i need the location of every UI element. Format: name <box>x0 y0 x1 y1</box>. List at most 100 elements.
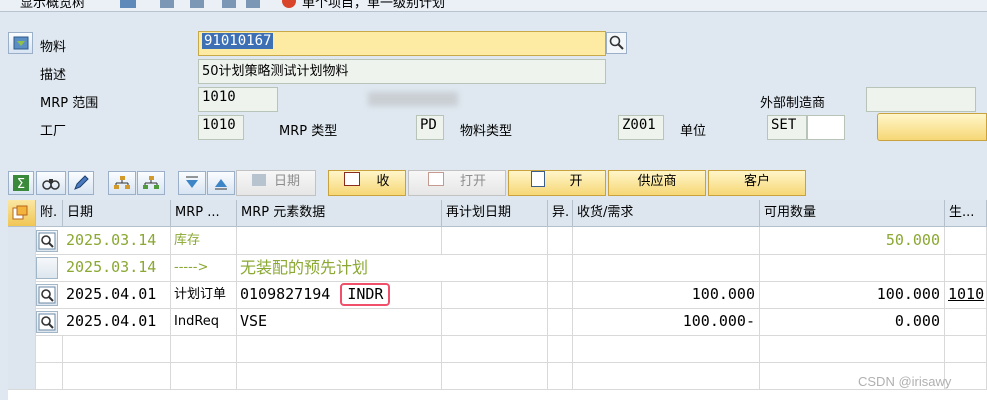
empty-cell <box>442 335 548 362</box>
row-reschedule <box>442 308 548 335</box>
col-reschedule-date[interactable]: 再计划日期 <box>442 200 548 226</box>
row-production <box>945 227 987 254</box>
edit-button[interactable] <box>68 171 94 195</box>
detail-button[interactable] <box>36 311 58 333</box>
open-order-button[interactable]: 开 <box>508 170 606 196</box>
row-exception <box>548 308 573 335</box>
row-reschedule <box>442 281 548 308</box>
collect-button[interactable]: 收 <box>328 170 406 196</box>
col-exception[interactable]: 异. <box>548 200 573 226</box>
supplier-button[interactable]: 供应商 <box>608 170 706 196</box>
toggle-header-button[interactable] <box>8 32 33 54</box>
material-type-value: Z001 <box>622 117 656 133</box>
col-mrp-element[interactable]: MRP ... <box>171 200 237 226</box>
mrp-area-label: MRP 范围 <box>40 96 99 111</box>
mrp-type-label: MRP 类型 <box>279 124 338 139</box>
mrp-type-value: PD <box>420 117 437 133</box>
magnifier-icon <box>38 232 56 250</box>
expand-tree-button[interactable] <box>108 171 136 195</box>
single-item-plan-button[interactable]: 单个项目，单一级别计划 <box>302 0 445 11</box>
table-row[interactable]: 2025.04.01 IndReq VSE 100.000- 0.000 <box>8 308 987 336</box>
collapse-tree-button[interactable] <box>137 171 165 195</box>
plant-value: 1010 <box>202 117 236 133</box>
date-button-label: 日期 <box>273 174 300 189</box>
detail-button[interactable] <box>36 284 58 306</box>
col-receipt-requirement[interactable]: 收货/需求 <box>573 200 760 226</box>
sort-asc-button[interactable] <box>207 171 235 195</box>
sort-desc-button[interactable] <box>178 171 206 195</box>
layout-button[interactable] <box>8 200 36 226</box>
row-exception <box>548 281 573 308</box>
overview-tree-button[interactable]: 显示概览树 <box>20 0 85 11</box>
find-button[interactable] <box>36 171 66 195</box>
empty-cell <box>442 362 548 389</box>
description-value: 50计划策略测试计划物料 <box>202 64 349 79</box>
empty-cell <box>573 335 760 362</box>
magnifier-icon <box>38 313 56 331</box>
highlighted-indr: INDR <box>340 283 391 306</box>
customer-button[interactable]: 客户 <box>708 170 806 196</box>
row-receipt <box>573 254 760 281</box>
layout-icon <box>12 205 28 220</box>
empty-cell <box>237 335 442 362</box>
blurred-mrp-area-text <box>368 92 458 106</box>
open-button-label: 打开 <box>459 174 486 189</box>
row-selector[interactable] <box>8 308 36 335</box>
row-date: 2025.04.01 <box>63 308 171 335</box>
toolbar-icon-1[interactable] <box>120 0 136 8</box>
row-production-link[interactable]: 1010 <box>945 281 987 308</box>
toolbar-icon-5[interactable] <box>246 0 260 8</box>
open-icon <box>427 172 444 186</box>
detail-button[interactable] <box>36 230 58 252</box>
row-selector <box>8 362 36 389</box>
open-button[interactable]: 打开 <box>408 170 506 196</box>
toolbar-icon-3[interactable] <box>190 0 204 8</box>
open-order-button-label: 开 <box>569 174 583 189</box>
row-date: 2025.03.14 <box>63 254 171 281</box>
col-attach[interactable]: 附. <box>36 200 63 226</box>
row-available: 0.000 <box>760 308 945 335</box>
row-date: 2025.03.14 <box>63 227 171 254</box>
row-date: 2025.04.01 <box>63 281 171 308</box>
plan-icon[interactable] <box>282 0 296 8</box>
row-available <box>760 254 945 281</box>
external-manufacturer-field <box>866 87 976 112</box>
unit-label: 单位 <box>680 124 707 139</box>
toolbar-icon-4[interactable] <box>222 0 236 8</box>
material-search-button[interactable] <box>606 32 627 54</box>
search-icon <box>609 35 624 50</box>
sum-button[interactable]: Σ <box>8 171 34 195</box>
mrp-type-field: PD <box>416 115 444 140</box>
row-element: 库存 <box>171 227 237 254</box>
yellow-action-button[interactable] <box>877 113 987 141</box>
row-element-data <box>237 227 442 254</box>
row-receipt: 100.000- <box>573 308 760 335</box>
date-button[interactable]: 日期 <box>236 170 316 196</box>
material-field[interactable]: 91010167 <box>198 31 606 56</box>
table-row[interactable]: 2025.04.01 计划订单 0109827194 INDR 100.000 … <box>8 281 987 309</box>
sigma-icon: Σ <box>13 175 29 191</box>
row-selector[interactable] <box>8 254 36 281</box>
row-selector[interactable] <box>8 281 36 308</box>
header-toggle-icon <box>13 36 28 50</box>
description-field: 50计划策略测试计划物料 <box>198 59 606 84</box>
toolbar-icon-2[interactable] <box>160 0 174 8</box>
plant-label: 工厂 <box>40 124 67 139</box>
empty-cell <box>36 335 63 362</box>
unit-extra-field[interactable] <box>807 115 845 140</box>
table-row[interactable]: 2025.03.14 -----> 无装配的预先计划 <box>8 254 987 282</box>
unit-value: SET <box>771 117 797 133</box>
material-value: 91010167 <box>202 33 274 49</box>
empty-cell <box>573 362 760 389</box>
empty-cell <box>548 335 573 362</box>
table-row[interactable]: 2025.03.14 库存 50.000 <box>8 227 987 255</box>
empty-row <box>8 335 987 363</box>
col-production[interactable]: 生... <box>945 200 987 226</box>
row-selector[interactable] <box>8 227 36 254</box>
empty-cell <box>237 362 442 389</box>
description-label: 描述 <box>40 68 67 83</box>
col-date[interactable]: 日期 <box>63 200 171 226</box>
col-mrp-element-data[interactable]: MRP 元素数据 <box>237 200 442 226</box>
col-available-qty[interactable]: 可用数量 <box>760 200 945 226</box>
plant-field: 1010 <box>198 115 244 140</box>
